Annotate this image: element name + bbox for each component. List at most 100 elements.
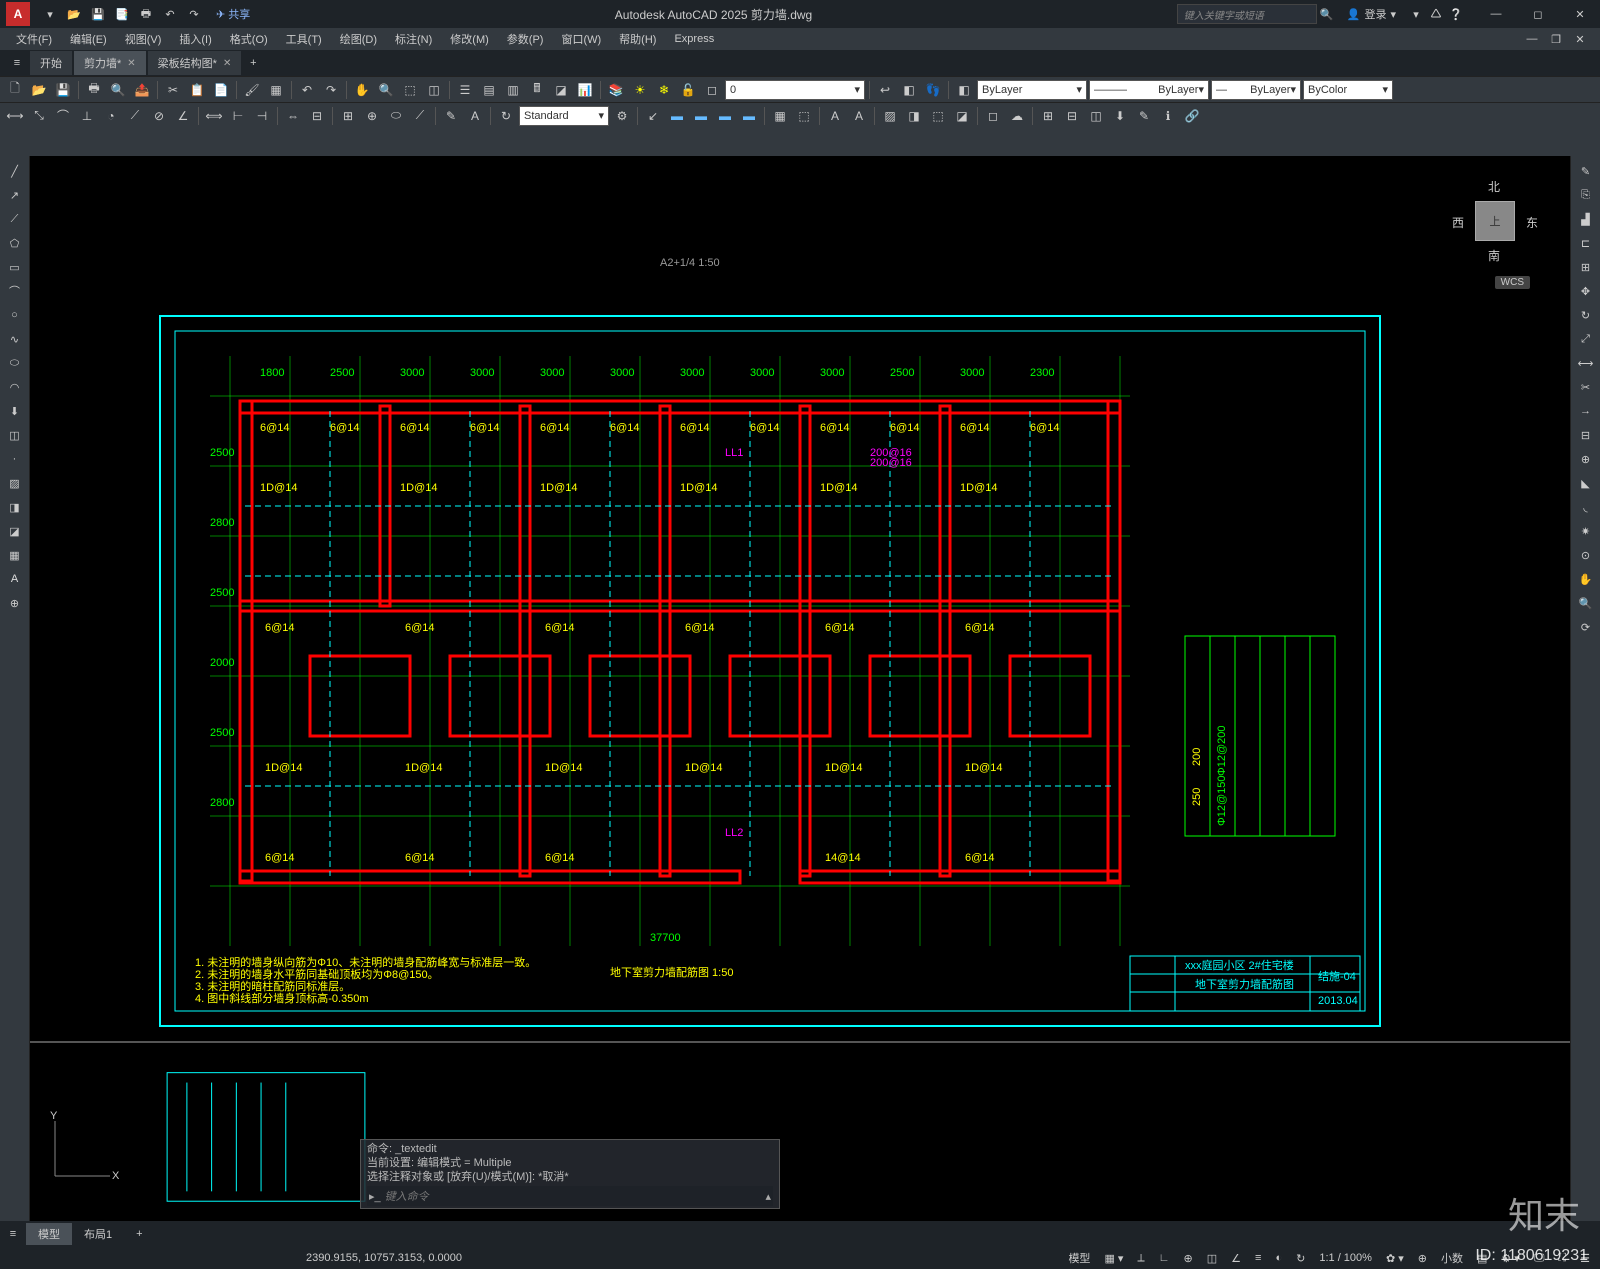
paste-icon[interactable]: 📄 <box>210 79 232 101</box>
mtext-left-icon[interactable]: A <box>2 568 28 590</box>
tab-close-icon[interactable]: ✕ <box>223 58 231 69</box>
dim-update-icon[interactable]: ↻ <box>495 105 517 127</box>
status-trans-icon[interactable]: ◐ <box>1271 1252 1286 1264</box>
menu-insert[interactable]: 插入(I) <box>171 29 219 49</box>
tab-start[interactable]: 开始 <box>30 51 72 75</box>
qat-saveas-icon[interactable]: 📑 <box>112 4 132 24</box>
mleader-align-icon[interactable]: ▬ <box>738 105 760 127</box>
rotate-icon[interactable]: ↻ <box>1573 304 1599 326</box>
tab-drawing-2[interactable]: 梁板结构图*✕ <box>148 51 242 75</box>
undo-icon[interactable]: ↶ <box>296 79 318 101</box>
dim-edit-icon[interactable]: ✎ <box>440 105 462 127</box>
block-make-icon[interactable]: ◫ <box>1085 105 1107 127</box>
attdef-icon[interactable]: ℹ <box>1157 105 1179 127</box>
make-block-icon[interactable]: ◫ <box>2 424 28 446</box>
xref-icon[interactable]: 🔗 <box>1181 105 1203 127</box>
gradient-left-icon[interactable]: ◨ <box>2 496 28 518</box>
status-lwt-icon[interactable]: ≡ <box>1251 1252 1265 1264</box>
menu-edit[interactable]: 编辑(E) <box>62 29 115 49</box>
status-polar-icon[interactable]: ⊕ <box>1180 1252 1197 1265</box>
search-icon[interactable]: 🔍 <box>1317 4 1337 24</box>
array-icon[interactable]: ⊞ <box>1573 256 1599 278</box>
break-icon[interactable]: ⊟ <box>1573 424 1599 446</box>
minimize-button[interactable]: — <box>1476 0 1516 28</box>
dim-aligned-icon[interactable]: ⤡ <box>28 105 50 127</box>
props-icon[interactable]: ☰ <box>454 79 476 101</box>
fillet-icon[interactable]: ◟ <box>1573 496 1599 518</box>
tolerance-icon[interactable]: ⊞ <box>337 105 359 127</box>
layer-freeze-icon[interactable]: ❄ <box>653 79 675 101</box>
status-grid-icon[interactable]: ▦ ▾ <box>1100 1252 1127 1265</box>
qat-undo-icon[interactable]: ↶ <box>160 4 180 24</box>
viewcube-west[interactable]: 西 <box>1452 214 1464 231</box>
open-icon[interactable]: 📂 <box>28 79 50 101</box>
ellipse-arc-icon[interactable]: ◠ <box>2 376 28 398</box>
doc-restore-button[interactable]: ❐ <box>1544 29 1568 49</box>
revcloud-icon[interactable]: ☁ <box>1006 105 1028 127</box>
redo-icon[interactable]: ↷ <box>320 79 342 101</box>
qat-save-icon[interactable]: 💾 <box>88 4 108 24</box>
layer-iso-icon[interactable]: ◧ <box>898 79 920 101</box>
status-modelspace[interactable]: 模型 <box>1064 1250 1094 1266</box>
menu-view[interactable]: 视图(V) <box>117 29 170 49</box>
layout1-tab[interactable]: 布局1 <box>72 1223 124 1245</box>
viewcube-top[interactable]: 上 <box>1475 201 1515 241</box>
erase-icon[interactable]: ✎ <box>1573 160 1599 182</box>
tab-add-button[interactable]: + <box>243 57 263 69</box>
nav-pan-icon[interactable]: ✋ <box>1573 568 1599 590</box>
status-gear-icon[interactable]: ✿ ▾ <box>1382 1252 1408 1265</box>
login-button[interactable]: 👤 登录 ▾ <box>1347 6 1396 22</box>
zoom-icon[interactable]: 🔍 <box>375 79 397 101</box>
qat-new-icon[interactable]: ▾ <box>40 4 60 24</box>
new-icon[interactable]: 🗋 <box>4 79 26 101</box>
region-icon[interactable]: ◪ <box>951 105 973 127</box>
tab-drawing-1[interactable]: 剪力墙*✕ <box>74 51 146 75</box>
maximize-button[interactable]: ◻ <box>1518 0 1558 28</box>
group-icon[interactable]: ⊞ <box>1037 105 1059 127</box>
print-icon[interactable]: 🖶 <box>83 79 105 101</box>
status-osnap-icon[interactable]: ◫ <box>1203 1252 1221 1265</box>
dim-linear-icon[interactable]: ⟷ <box>4 105 26 127</box>
doc-close-button[interactable]: ✕ <box>1568 29 1592 49</box>
dim-base-icon[interactable]: ⊢ <box>227 105 249 127</box>
dim-style-icon[interactable]: ⚙ <box>611 105 633 127</box>
wcs-label[interactable]: WCS <box>1495 276 1530 289</box>
gradient-icon[interactable]: ◨ <box>903 105 925 127</box>
menu-format[interactable]: 格式(O) <box>222 29 276 49</box>
dim-ang-icon[interactable]: ∠ <box>172 105 194 127</box>
menu-dim[interactable]: 标注(N) <box>387 29 440 49</box>
pline-icon[interactable]: ⟋ <box>2 208 28 230</box>
boundary-icon[interactable]: ⬚ <box>927 105 949 127</box>
copy-r-icon[interactable]: ⎘ <box>1573 184 1599 206</box>
count-icon[interactable]: 📊 <box>574 79 596 101</box>
status-cycle-icon[interactable]: ↻ <box>1292 1252 1309 1265</box>
dim-cont-icon[interactable]: ⊣ <box>251 105 273 127</box>
layout-menu-icon[interactable]: ≡ <box>0 1221 26 1247</box>
layer-dropdown[interactable]: 0▾ <box>725 80 865 100</box>
dim-tedit-icon[interactable]: A <box>464 105 486 127</box>
qat-redo-icon[interactable]: ↷ <box>184 4 204 24</box>
scale-icon[interactable]: ⤢ <box>1573 328 1599 350</box>
status-units[interactable]: 小数 <box>1437 1250 1467 1266</box>
spline-icon[interactable]: ∿ <box>2 328 28 350</box>
viewcube-south[interactable]: 南 <box>1488 247 1500 264</box>
offset-icon[interactable]: ⊏ <box>1573 232 1599 254</box>
match-icon[interactable]: 🖌 <box>241 79 263 101</box>
zoom-ext-icon[interactable]: ⬚ <box>399 79 421 101</box>
app-store-icon[interactable]: 🛆 <box>1426 4 1446 24</box>
dim-break-icon[interactable]: ⊟ <box>306 105 328 127</box>
status-anno-icon[interactable]: ⊕ <box>1414 1252 1431 1265</box>
cart-icon[interactable]: ▾ <box>1406 4 1426 24</box>
cmd-recent-icon[interactable]: ▴ <box>765 1190 771 1203</box>
move-icon[interactable]: ✥ <box>1573 280 1599 302</box>
join-icon[interactable]: ⊕ <box>1573 448 1599 470</box>
table-icon[interactable]: ▦ <box>769 105 791 127</box>
status-ortho-icon[interactable]: ∟ <box>1155 1252 1174 1264</box>
region-left-icon[interactable]: ◪ <box>2 520 28 542</box>
qat-plot-icon[interactable]: 🖶 <box>136 4 156 24</box>
calc-icon[interactable]: 🖩 <box>526 79 548 101</box>
mleader-icon[interactable]: ▬ <box>666 105 688 127</box>
ungroup-icon[interactable]: ⊟ <box>1061 105 1083 127</box>
status-otrack-icon[interactable]: ∠ <box>1227 1252 1245 1265</box>
ray-icon[interactable]: ↗ <box>2 184 28 206</box>
